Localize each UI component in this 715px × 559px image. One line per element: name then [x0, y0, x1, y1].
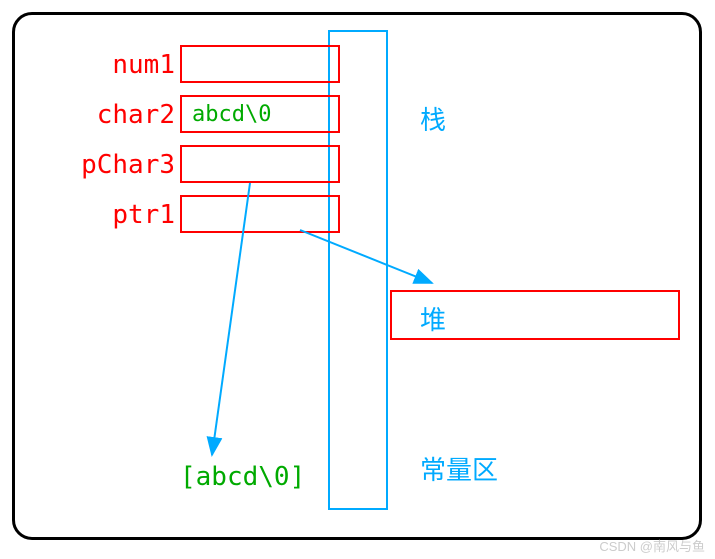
char2-value: abcd\0: [192, 102, 271, 127]
region-constant-label: 常量区: [420, 450, 498, 487]
var-ptr1-label: ptr1: [70, 200, 175, 230]
box-pChar3: [180, 145, 340, 183]
var-char2-label: char2: [70, 100, 175, 130]
var-pChar3-label: pChar3: [70, 150, 175, 180]
constant-value: [abcd\0]: [180, 462, 305, 492]
box-ptr1: [180, 195, 340, 233]
var-num1-label: num1: [70, 50, 175, 80]
box-num1: [180, 45, 340, 83]
region-stack-label: 栈: [420, 100, 446, 137]
watermark: CSDN @南风与鱼: [599, 536, 705, 555]
box-heap: [390, 290, 680, 340]
